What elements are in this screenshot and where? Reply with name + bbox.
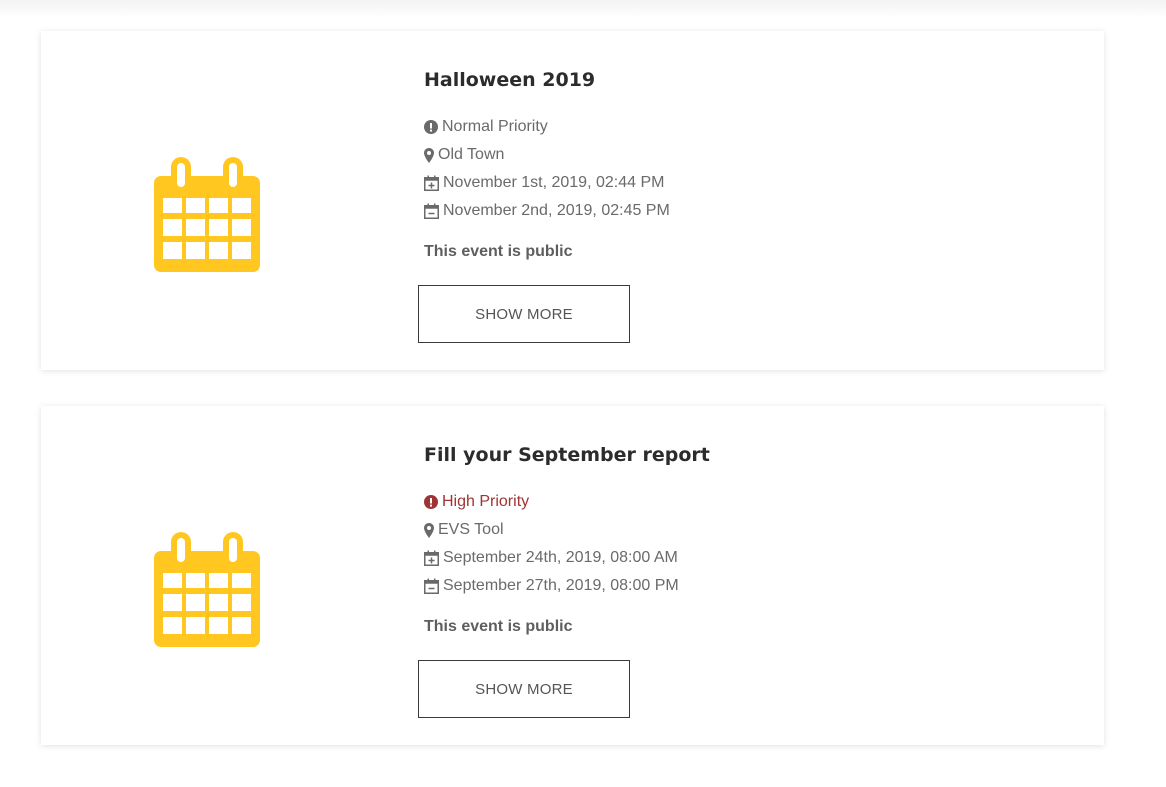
start-date-label: September 24th, 2019, 08:00 AM xyxy=(443,549,678,566)
show-more-button[interactable]: SHOW MORE xyxy=(418,660,630,718)
start-date-row: November 1st, 2019, 02:44 PM xyxy=(424,169,1024,197)
event-card: Halloween 2019 Normal Priority Old Town xyxy=(41,31,1104,370)
show-more-button[interactable]: SHOW MORE xyxy=(418,285,630,343)
event-meta: Normal Priority Old Town November 1st, 2… xyxy=(424,113,1024,225)
map-marker-icon xyxy=(424,147,434,163)
event-title: Fill your September report xyxy=(424,444,710,466)
top-shadow xyxy=(0,0,1166,18)
location-label: Old Town xyxy=(438,146,505,163)
exclamation-circle-icon xyxy=(424,495,438,509)
location-row: Old Town xyxy=(424,141,1024,169)
priority-label: High Priority xyxy=(442,493,530,510)
end-date-label: September 27th, 2019, 08:00 PM xyxy=(443,577,679,594)
end-date-label: November 2nd, 2019, 02:45 PM xyxy=(443,202,670,219)
event-list: Halloween 2019 Normal Priority Old Town xyxy=(41,31,1104,781)
start-date-label: November 1st, 2019, 02:44 PM xyxy=(443,174,665,191)
location-row: EVS Tool xyxy=(424,516,1024,544)
event-details: Halloween 2019 Normal Priority Old Town xyxy=(424,68,1024,262)
visibility-note: This event is public xyxy=(424,243,573,260)
location-label: EVS Tool xyxy=(438,521,504,538)
calendar-plus-icon xyxy=(424,175,439,191)
priority-row: High Priority xyxy=(424,488,1024,516)
calendar-minus-icon xyxy=(424,203,439,219)
start-date-row: September 24th, 2019, 08:00 AM xyxy=(424,544,1024,572)
end-date-row: November 2nd, 2019, 02:45 PM xyxy=(424,197,1024,225)
event-meta: High Priority EVS Tool September 24th, 2… xyxy=(424,488,1024,600)
calendar-plus-icon xyxy=(424,550,439,566)
calendar-minus-icon xyxy=(424,578,439,594)
event-title: Halloween 2019 xyxy=(424,69,596,91)
visibility-note: This event is public xyxy=(424,618,573,635)
priority-label: Normal Priority xyxy=(442,118,548,135)
exclamation-circle-icon xyxy=(424,120,438,134)
calendar-icon xyxy=(154,157,260,272)
event-details: Fill your September report High Priority… xyxy=(424,443,1024,637)
calendar-icon xyxy=(154,532,260,647)
priority-row: Normal Priority xyxy=(424,113,1024,141)
end-date-row: September 27th, 2019, 08:00 PM xyxy=(424,572,1024,600)
map-marker-icon xyxy=(424,522,434,538)
event-card: Fill your September report High Priority… xyxy=(41,406,1104,745)
